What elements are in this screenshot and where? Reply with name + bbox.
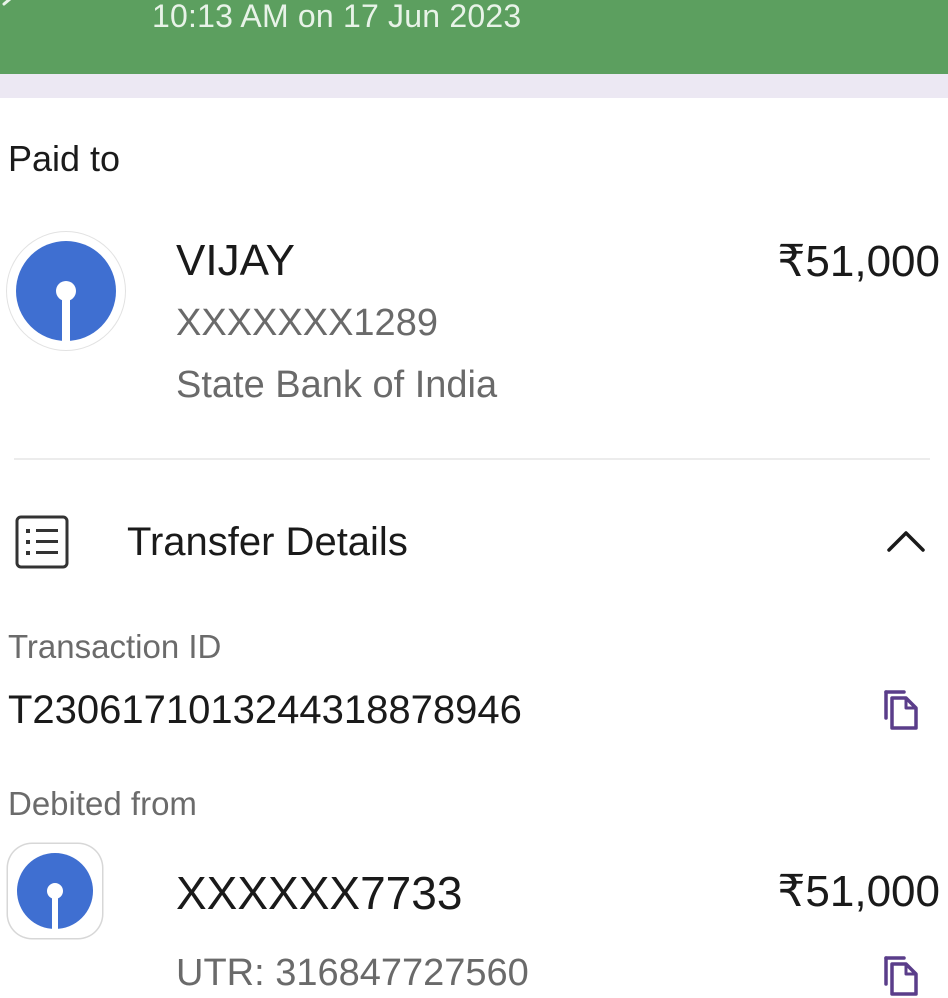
list-details-icon <box>15 515 69 569</box>
payee-name: VIJAY <box>176 236 296 285</box>
copy-transaction-id-icon[interactable] <box>880 688 920 732</box>
utr-number: UTR: 316847727560 <box>176 952 529 994</box>
debit-amount: ₹51,000 <box>777 867 940 916</box>
payee-account-number: XXXXXXX1289 <box>176 302 438 344</box>
section-divider <box>14 458 930 460</box>
sbi-logo-icon <box>7 232 125 350</box>
transfer-details-title[interactable]: Transfer Details <box>127 520 408 565</box>
back-arrow-icon[interactable] <box>0 0 24 16</box>
paid-amount: ₹51,000 <box>777 237 940 286</box>
debited-from-label: Debited from <box>8 785 197 822</box>
paid-to-label: Paid to <box>8 138 121 179</box>
transaction-id-value: T2306171013244318878946 <box>8 688 522 732</box>
payee-bank-name: State Bank of India <box>176 364 498 406</box>
sbi-logo-icon <box>8 844 102 938</box>
header-divider-strip <box>0 74 948 98</box>
transaction-timestamp: 10:13 AM on 17 Jun 2023 <box>152 0 522 34</box>
transaction-id-label: Transaction ID <box>8 628 222 665</box>
chevron-up-icon[interactable] <box>885 526 927 556</box>
header-bar: 10:13 AM on 17 Jun 2023 <box>0 0 948 74</box>
debit-account-number: XXXXXX7733 <box>176 867 463 919</box>
copy-utr-icon[interactable] <box>880 954 920 998</box>
